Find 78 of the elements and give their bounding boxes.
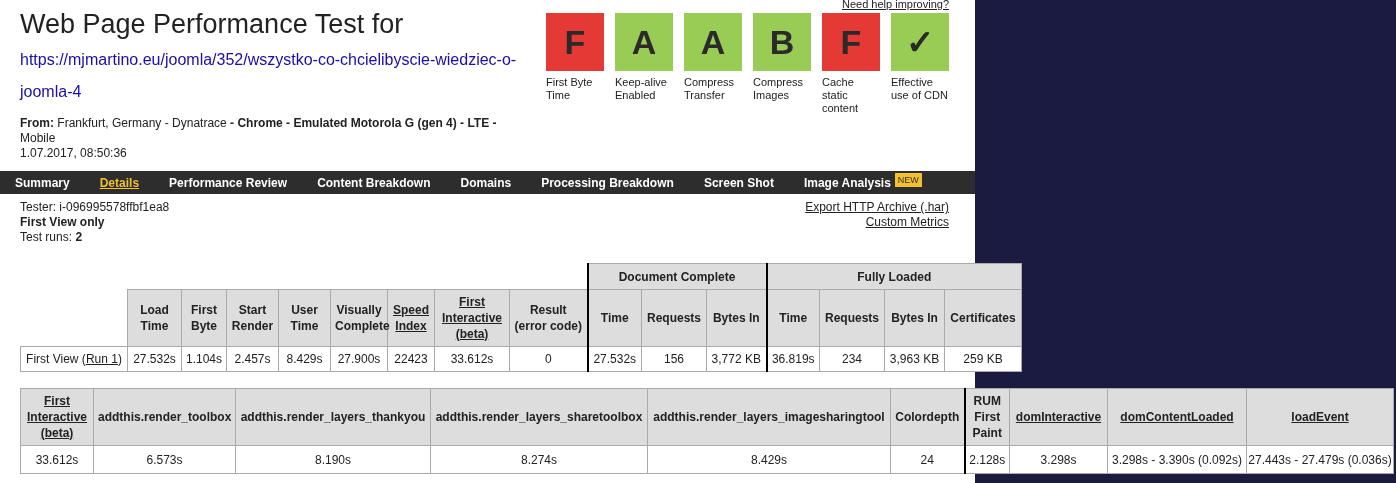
nav-tab[interactable]: Screen Shot (703, 173, 774, 192)
table-cell: 8.190s (315, 452, 351, 467)
column-header: Time (600, 311, 629, 325)
first-view-text: First View only (20, 215, 106, 230)
run-link[interactable]: Run 1 (85, 352, 118, 366)
column-header: addthis.render_layers_sharetoolbox (435, 410, 643, 424)
column-header: Start Render (231, 303, 274, 333)
table-cell: 36.819s (771, 352, 815, 366)
page-link[interactable]: Custom Metrics (865, 215, 949, 230)
table-cell: 27.532s (593, 352, 637, 366)
column-header: Result (error code) (514, 303, 582, 333)
column-header: Bytes In (712, 311, 760, 325)
nav-tab[interactable]: Details (99, 173, 140, 192)
table-cell: 24 (920, 452, 934, 467)
grade-label: Cache static content (822, 76, 860, 115)
column-header: addthis.render_toolbox (98, 410, 232, 424)
column-header: addthis.render_layers_imagesharingtool (653, 410, 885, 424)
nav-tab[interactable]: Processing Breakdown (541, 173, 674, 192)
grade-tile[interactable]: A (615, 13, 673, 71)
column-header: Certificates (950, 311, 1016, 325)
column-header: User Time (290, 303, 319, 333)
table-cell: 2.457s (234, 352, 271, 366)
table-cell: 3.298s (1040, 452, 1077, 467)
nav-tab[interactable]: Summary (15, 173, 70, 192)
column-header: Colordepth (895, 410, 960, 424)
column-header: Load Time (140, 303, 169, 333)
grade-label: Compress Images (753, 76, 805, 102)
grade-label: Effective use of CDN (891, 76, 949, 102)
test-from-text: From: Frankfurt, Germany - Dynatrace - Chrome - Emulated Motorola G (gen 4) - LTE - Mobile (20, 116, 498, 146)
nav-tab[interactable]: Performance Review (169, 173, 288, 192)
table-cell: 27.900s (337, 352, 381, 366)
column-header: RUM First Paint (972, 394, 1002, 440)
table-cell: 234 (842, 352, 863, 366)
table-cell: 156 (664, 352, 685, 366)
group-header: Document Complete (618, 269, 736, 284)
grade-tile[interactable]: ✓ (891, 13, 949, 71)
table-cell: 27.532s (133, 352, 176, 366)
table-cell: 22423 (394, 352, 428, 366)
test-date: 1.07.2017, 08:50:36 (20, 146, 128, 161)
grade-label: Keep-alive Enabled (615, 76, 668, 102)
table-cell: 8.429s (286, 352, 323, 366)
grade-label: First Byte Time (546, 76, 594, 102)
column-header: addthis.render_layers_thankyou (240, 410, 426, 424)
nav-tab[interactable]: Image Analysis (803, 173, 891, 192)
row-label: First View ( (26, 352, 86, 366)
help-link[interactable]: Need help improving? (842, 0, 949, 10)
row-label: ) (117, 352, 122, 366)
table-cell: 33.612s (450, 352, 494, 366)
column-header: Requests (647, 311, 702, 325)
test-runs-text: Test runs: 2 (20, 230, 84, 245)
table-cell: 259 KB (963, 352, 1003, 366)
table-cell: 3,963 KB (889, 352, 940, 366)
new-badge: NEW (894, 172, 922, 187)
column-header: Time (779, 311, 808, 325)
table-cell: 8.274s (521, 452, 557, 467)
page-title: Web Page Performance Test for (20, 8, 405, 40)
table-cell: 33.612s (35, 452, 79, 467)
nav-tab[interactable]: Domains (460, 173, 512, 192)
tester-text: Tester: i-096995578ffbf1ea8 (20, 200, 170, 215)
table-cell: 8.429s (751, 452, 787, 467)
table-cell: 27.443s - 27.479s (0.036s) (1248, 452, 1392, 467)
table-cell: 0 (544, 352, 552, 366)
table-cell: 1.104s (186, 352, 222, 366)
grade-tile[interactable]: B (753, 13, 811, 71)
table-cell: 3,772 KB (711, 352, 761, 366)
group-header: Fully Loaded (857, 269, 932, 284)
table-cell: 2.128s (969, 452, 1006, 467)
table-cell: 3.298s - 3.390s (0.092s) (1111, 452, 1243, 467)
tested-url-link[interactable]: https://mjmartino.eu/joomla/352/wszystko-co-chcielibyscie-wiedziec-o-joomla-4 (20, 44, 535, 108)
table-cell: 6.573s (146, 452, 183, 467)
nav-tab[interactable]: Content Breakdown (317, 173, 431, 192)
column-header: Visually Complete (335, 303, 390, 333)
column-header: Requests (825, 311, 880, 325)
column-header: First Byte (191, 303, 217, 333)
grade-tile[interactable]: A (684, 13, 742, 71)
grade-label: Compress Transfer (684, 76, 736, 102)
column-header: Bytes In (891, 311, 938, 325)
page-link[interactable]: Export HTTP Archive (.har) (805, 200, 949, 215)
